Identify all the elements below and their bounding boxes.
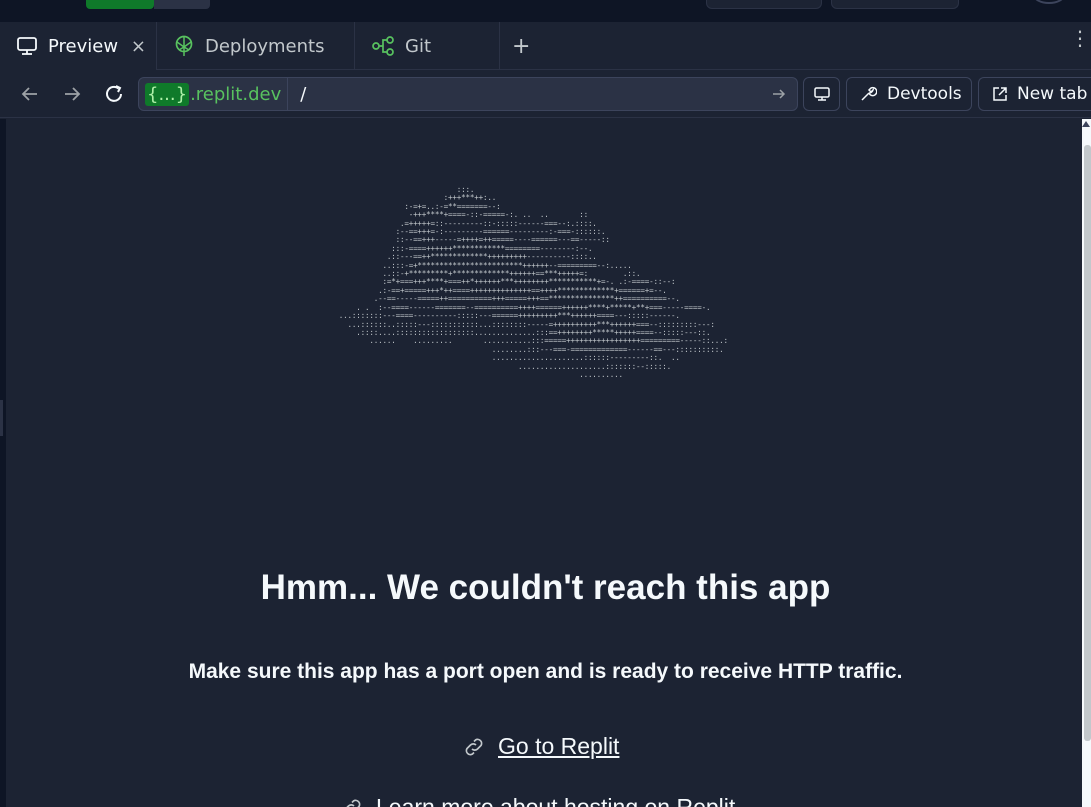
go-to-replit-label: Go to Replit — [498, 733, 620, 759]
run-options-button[interactable] — [154, 0, 210, 9]
devtools-label: Devtools — [887, 84, 962, 104]
go-arrow-icon[interactable] — [771, 86, 787, 106]
reload-icon[interactable] — [102, 82, 126, 106]
devtools-button[interactable]: Devtools — [846, 77, 972, 111]
tab-git[interactable]: Git — [355, 22, 500, 70]
forward-arrow-icon[interactable] — [60, 82, 84, 106]
link-icon — [340, 796, 364, 807]
monitor-icon — [16, 36, 38, 56]
new-tab-button[interactable]: New tab — [978, 77, 1091, 111]
tab-label: Deployments — [205, 35, 325, 57]
resize-handle[interactable] — [0, 400, 3, 436]
tab-preview[interactable]: Preview × — [0, 22, 157, 70]
url-host: {...} .replit.dev — [139, 78, 289, 110]
back-arrow-icon[interactable] — [18, 82, 42, 106]
more-options-icon[interactable]: ⋮ — [1070, 28, 1090, 48]
preview-toolbar: {...} .replit.dev / Devtools New tab — [0, 70, 1091, 118]
monitor-icon — [813, 85, 831, 103]
go-to-replit-link[interactable]: Go to Replit — [462, 733, 619, 760]
learn-hosting-link[interactable]: Learn more about hosting on Replit — [340, 794, 735, 807]
pane-left-edge — [0, 119, 6, 807]
url-path-input[interactable]: / — [300, 84, 306, 105]
external-link-icon — [991, 85, 1009, 103]
ascii-art-cloud: :::. :+++***++:.. :-=+=..:-=**=======--:… — [338, 185, 728, 379]
link-icon — [462, 735, 486, 759]
pane-tab-bar: Preview × Deployments Git + ⋮ — [0, 22, 1091, 70]
tab-label: Git — [405, 35, 432, 57]
run-button[interactable] — [86, 0, 154, 9]
header-control-2[interactable] — [831, 0, 959, 9]
header-control-1[interactable] — [706, 0, 822, 9]
git-branch-icon — [371, 36, 395, 56]
close-icon[interactable]: × — [131, 36, 146, 57]
url-domain: .replit.dev — [190, 83, 282, 105]
url-bar[interactable]: {...} .replit.dev / — [138, 77, 798, 111]
tab-deployments[interactable]: Deployments — [157, 22, 355, 70]
wrench-icon — [859, 85, 877, 103]
add-tab-button[interactable]: + — [512, 34, 530, 59]
error-subtitle: Make sure this app has a port open and i… — [188, 660, 903, 683]
device-view-button[interactable] — [803, 77, 840, 111]
url-brace-badge: {...} — [145, 82, 190, 106]
tab-label: Preview — [48, 35, 119, 57]
new-tab-label: New tab — [1017, 84, 1088, 104]
learn-hosting-label: Learn more about hosting on Replit — [376, 794, 736, 807]
scrollbar-thumb[interactable] — [1084, 145, 1091, 741]
scroll-up-arrow-icon[interactable] — [1082, 121, 1090, 127]
deployments-icon — [173, 35, 195, 57]
error-title: Hmm... We couldn't reach this app — [260, 568, 831, 607]
